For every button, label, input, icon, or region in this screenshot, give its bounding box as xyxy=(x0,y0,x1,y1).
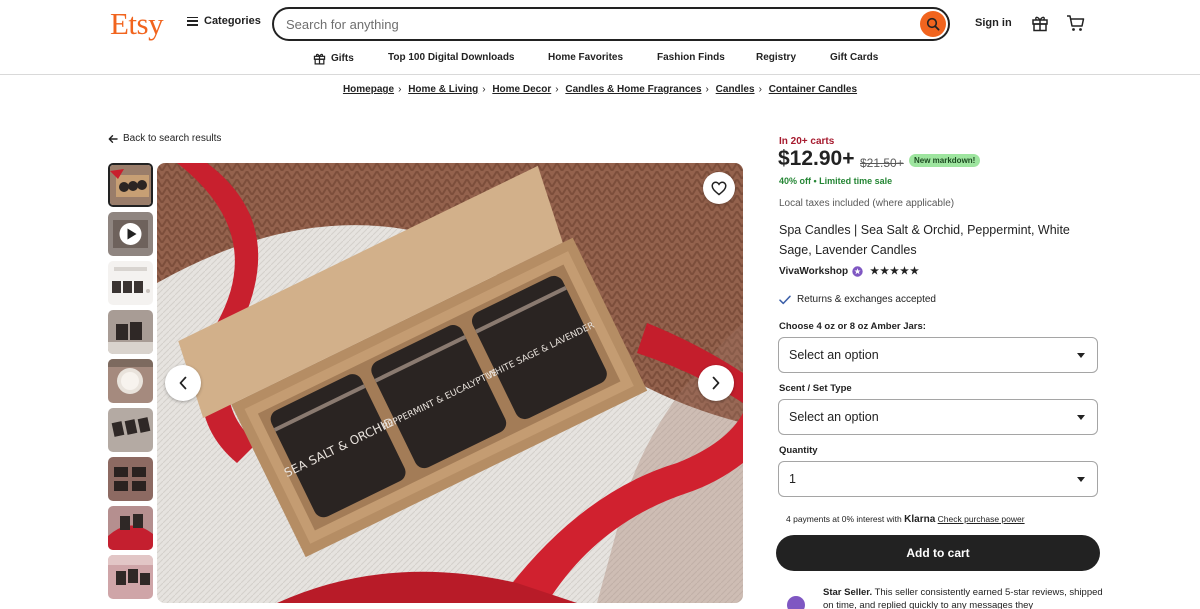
rating-stars-icon[interactable]: ★★★★★ xyxy=(870,266,920,277)
menu-icon xyxy=(187,16,198,26)
chevron-right-icon: › xyxy=(555,84,559,95)
thumbnail[interactable] xyxy=(108,506,153,550)
video-thumbnail[interactable] xyxy=(108,212,153,256)
jar-size-value: Select an option xyxy=(789,348,879,362)
cart-icon[interactable] xyxy=(1066,14,1085,37)
thumbnail[interactable] xyxy=(108,163,153,207)
nav-item-home-favorites[interactable]: Home Favorites xyxy=(548,52,623,63)
site-header: Etsy Categories Sign in xyxy=(0,0,1200,48)
chevron-right-icon: › xyxy=(482,84,486,95)
sale-text: 40% off • Limited time sale xyxy=(779,176,893,186)
chevron-right-icon: › xyxy=(758,84,762,95)
returns-label: Returns & exchanges accepted xyxy=(797,294,936,305)
previous-image-button[interactable] xyxy=(165,365,201,401)
thumbnail[interactable] xyxy=(108,261,153,305)
categories-button[interactable]: Categories xyxy=(187,15,261,27)
product-main-image[interactable]: SEA SALT & ORCHID PEPPERMINT & EUCALYPTU… xyxy=(157,163,743,603)
chevron-right-icon: › xyxy=(398,84,402,95)
caret-down-icon xyxy=(1077,477,1085,482)
favorite-button[interactable] xyxy=(703,172,735,204)
klarna-brand: Klarna xyxy=(904,514,936,525)
klarna-check-link[interactable]: Check purchase power xyxy=(938,514,1025,524)
klarna-prefix: 4 payments at 0% interest with xyxy=(786,514,902,524)
nav-item-top-100[interactable]: Top 100 Digital Downloads xyxy=(388,52,515,63)
breadcrumb-link[interactable]: Homepage xyxy=(343,84,394,95)
chevron-right-icon xyxy=(712,376,720,390)
quantity-label: Quantity xyxy=(779,445,818,456)
etsy-logo[interactable]: Etsy xyxy=(110,6,164,42)
nav-item-registry[interactable]: Registry xyxy=(756,52,796,63)
chevron-right-icon: › xyxy=(705,84,709,95)
thumbnail[interactable] xyxy=(108,408,153,452)
search-bar xyxy=(272,7,950,41)
category-nav: Gifts Top 100 Digital Downloads Home Fav… xyxy=(0,48,1200,75)
thumbnail[interactable] xyxy=(108,310,153,354)
breadcrumb-link[interactable]: Home & Living xyxy=(408,84,478,95)
markdown-badge: New markdown! xyxy=(909,154,981,167)
chevron-left-icon xyxy=(179,376,187,390)
next-image-button[interactable] xyxy=(698,365,734,401)
thumbnail[interactable] xyxy=(108,457,153,501)
option2-label: Scent / Set Type xyxy=(779,383,852,394)
thumbnail[interactable] xyxy=(108,555,153,599)
quantity-value: 1 xyxy=(789,472,796,486)
taxes-note: Local taxes included (where applicable) xyxy=(779,198,955,209)
jar-size-select[interactable]: Select an option xyxy=(778,337,1098,373)
add-to-cart-button[interactable]: Add to cart xyxy=(776,535,1100,571)
breadcrumb: Homepage › Home & Living › Home Decor › Can… xyxy=(0,84,1200,95)
nav-item-gift-cards[interactable]: Gift Cards xyxy=(830,52,878,63)
returns-info: Returns & exchanges accepted xyxy=(779,294,936,305)
star-seller-info: Star Seller. This seller consistently ea… xyxy=(823,586,1103,609)
back-label: Back to search results xyxy=(123,133,222,144)
search-input[interactable] xyxy=(286,15,886,33)
current-price: $12.90+ xyxy=(778,147,855,170)
categories-label: Categories xyxy=(204,15,261,27)
original-price: $21.50+ xyxy=(860,156,904,170)
caret-down-icon xyxy=(1077,353,1085,358)
gift-icon xyxy=(313,53,326,65)
breadcrumb-link[interactable]: Candles xyxy=(716,84,755,95)
option1-label: Choose 4 oz or 8 oz Amber Jars: xyxy=(779,321,926,332)
back-to-results-link[interactable]: Back to search results xyxy=(108,133,221,144)
quantity-select[interactable]: 1 xyxy=(778,461,1098,497)
in-carts-notice: In 20+ carts xyxy=(779,136,835,147)
star-seller-badge-icon xyxy=(852,266,863,277)
klarna-notice: 4 payments at 0% interest with Klarna Ch… xyxy=(786,514,1025,525)
caret-down-icon xyxy=(1077,415,1085,420)
star-seller-title: Star Seller. xyxy=(823,587,873,598)
gift-icon[interactable] xyxy=(1031,14,1049,37)
breadcrumb-link[interactable]: Home Decor xyxy=(492,84,551,95)
breadcrumb-link[interactable]: Container Candles xyxy=(769,84,857,95)
search-button[interactable] xyxy=(920,11,946,37)
heart-icon xyxy=(711,181,727,195)
thumbnail[interactable] xyxy=(108,359,153,403)
checkmark-icon xyxy=(779,295,791,304)
breadcrumb-link[interactable]: Candles & Home Fragrances xyxy=(565,84,701,95)
nav-item-gifts[interactable]: Gifts xyxy=(313,52,354,65)
scent-select[interactable]: Select an option xyxy=(778,399,1098,435)
nav-item-fashion-finds[interactable]: Fashion Finds xyxy=(657,52,725,63)
shop-name-link[interactable]: VivaWorkshop xyxy=(779,266,848,277)
star-seller-icon xyxy=(787,596,805,609)
sign-in-link[interactable]: Sign in xyxy=(975,17,1012,29)
search-icon xyxy=(926,17,940,31)
scent-value: Select an option xyxy=(789,410,879,424)
arrow-left-icon xyxy=(108,134,118,143)
nav-item-label: Gifts xyxy=(331,53,354,64)
shop-info: VivaWorkshop ★★★★★ xyxy=(779,266,920,277)
product-title: Spa Candles | Sea Salt & Orchid, Pepperm… xyxy=(779,223,1070,257)
